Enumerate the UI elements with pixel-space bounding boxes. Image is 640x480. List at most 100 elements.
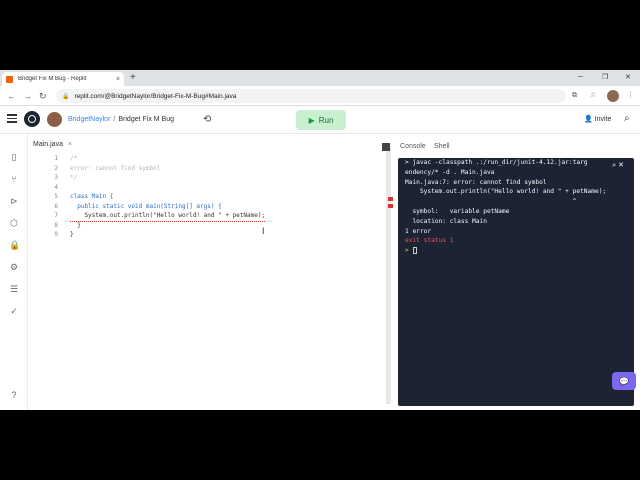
tab-shell[interactable]: Shell [434, 143, 450, 150]
exit-status: exit status 1 [405, 237, 454, 245]
lock-icon: 🔒 [62, 93, 70, 100]
line-number: 4 [54, 183, 58, 191]
terminal-output[interactable]: ⌕ ✕ > javac -classpath .:/run_dir/junit-… [398, 158, 634, 406]
code-lines[interactable]: 1 /* 2 error: cannot find symbol 3 */ 4 5 cl… [28, 154, 383, 240]
files-icon[interactable]: ▯ [9, 152, 19, 162]
forward-icon[interactable]: → [23, 90, 32, 102]
invite-label: Invite [594, 116, 612, 123]
address-bar-row: ← → ↻ 🔒 replit.com/@BridgetNaylor/Bridge… [0, 86, 640, 106]
line-text: */ [70, 174, 78, 181]
line-text: public static void main(String[] args) { [70, 202, 222, 210]
left-tool-rail: ▯ ⑂ ⊳ ⬡ 🔒 ⚙ ☰ ✓ ? [0, 134, 28, 410]
breadcrumb-separator: / [113, 116, 116, 123]
line-number: 6 [54, 202, 58, 210]
window-restore-icon[interactable]: ❐ [602, 72, 608, 84]
replit-logo-icon[interactable] [24, 111, 40, 127]
console-prompt[interactable]: > [398, 246, 634, 256]
code-line: 9} [28, 230, 383, 240]
debugger-icon[interactable]: ⊳ [9, 196, 19, 206]
prompt-symbol: > [405, 247, 409, 255]
editor-scrollbar[interactable] [386, 146, 391, 404]
search-icon[interactable]: ⌕ [624, 113, 630, 124]
invite-button[interactable]: 👤 Invite [584, 115, 611, 123]
error-marker [388, 204, 393, 208]
history-icon[interactable]: ⟲ [203, 114, 211, 125]
file-tab-main-java[interactable]: Main.java × [33, 141, 72, 148]
replit-favicon-icon [6, 75, 13, 83]
reload-icon[interactable]: ↻ [39, 90, 47, 102]
version-control-icon[interactable]: ⑂ [9, 174, 19, 184]
text-cursor-icon: I [262, 226, 265, 236]
back-icon[interactable]: ← [7, 90, 16, 102]
window-close-icon[interactable]: ✕ [625, 72, 631, 84]
console-line: System.out.println("Hello world! and " +… [405, 188, 607, 196]
play-icon: ▶ [308, 115, 315, 125]
breadcrumb-repl-name[interactable]: Bridget Fix M Bug [118, 116, 174, 123]
tab-console[interactable]: Console [400, 143, 426, 150]
screen: Bridget Fix M Bug - Replit × + ─ ❐ ✕ ← →… [0, 70, 640, 410]
profile-avatar[interactable] [607, 90, 619, 102]
console-line: Main.java:7: error: cannot find symbol [405, 178, 547, 186]
console-line: 1 error [405, 227, 432, 235]
terminal-cursor [412, 246, 417, 254]
line-text: } [70, 231, 74, 238]
console-line: symbol: variable petName [405, 207, 510, 215]
console-line: ^ [405, 198, 577, 206]
browser-menu-icon[interactable]: ⋮ [627, 91, 634, 101]
settings-gear-icon[interactable]: ⚙ [9, 262, 19, 272]
line-number: 2 [54, 164, 58, 172]
code-line: 7 System.out.println("Hello world! and "… [28, 211, 383, 222]
checks-icon[interactable]: ✓ [9, 306, 19, 316]
code-editor[interactable]: Main.java × 1 /* 2 error: cannot find symbo… [28, 134, 394, 410]
line-number: 8 [54, 221, 58, 229]
console-line: location: class Main [405, 217, 487, 225]
install-app-icon[interactable]: ⧉ [572, 91, 577, 101]
hamburger-menu-icon[interactable] [7, 114, 17, 125]
code-line: 1 /* [28, 154, 383, 164]
line-text: error: cannot find symbol [70, 164, 161, 172]
line-text: } [70, 221, 81, 229]
database-icon[interactable]: ☰ [9, 284, 19, 294]
code-line: 6 public static void main(String[] args)… [28, 202, 383, 212]
chat-icon[interactable]: 💬 [612, 372, 636, 390]
line-number: 5 [54, 193, 58, 200]
invite-user-icon: 👤 [584, 116, 595, 123]
user-avatar[interactable] [47, 112, 62, 127]
url-text: replit.com/@BridgetNaylor/Bridget-Fix-M-… [74, 92, 237, 100]
terminal-search-icon[interactable]: ⌕ ✕ [612, 161, 624, 170]
help-icon[interactable]: ? [9, 390, 19, 400]
new-tab-icon[interactable]: + [130, 72, 136, 84]
code-line: 5 class Main { [28, 192, 383, 202]
packages-icon[interactable]: ⬡ [9, 218, 19, 228]
code-line: 2 error: cannot find symbol [28, 164, 383, 174]
browser-tab[interactable]: Bridget Fix M Bug - Replit × [2, 72, 124, 86]
breadcrumb: BridgetNaylor / Bridget Fix M Bug [68, 116, 174, 123]
line-text: /* [70, 155, 78, 162]
code-line: 3 */ [28, 173, 383, 183]
breadcrumb-user[interactable]: BridgetNaylor [68, 116, 110, 123]
line-number: 7 [54, 212, 58, 219]
line-number: 3 [54, 174, 58, 181]
line-text: class Main { [70, 193, 114, 200]
bookmark-star-icon[interactable]: ☆ [590, 91, 596, 101]
line-number: 1 [54, 155, 58, 162]
file-tab-close-icon[interactable]: × [68, 141, 72, 148]
pane-layout-icon[interactable] [382, 143, 390, 151]
run-button[interactable]: ▶ Run [296, 110, 346, 130]
console-pane: Console Shell ⌕ ✕ > javac -classpath .:/… [382, 134, 640, 410]
url-field[interactable]: 🔒 replit.com/@BridgetNaylor/Bridget-Fix-… [56, 89, 566, 103]
error-marker [388, 197, 393, 201]
window-minimize-icon[interactable]: ─ [578, 72, 583, 84]
code-line: 4 [28, 183, 383, 193]
browser-tab-strip: Bridget Fix M Bug - Replit × + ─ ❐ ✕ [0, 70, 640, 86]
console-line: endency/* -d . Main.java [405, 168, 495, 176]
console-line: > javac -classpath .:/run_dir/junit-4.12… [405, 159, 588, 166]
line-number: 9 [54, 231, 58, 238]
file-tab-label: Main.java [33, 141, 63, 148]
browser-tab-title: Bridget Fix M Bug - Replit [18, 76, 87, 82]
tab-close-icon[interactable]: × [116, 76, 120, 83]
replit-header: BridgetNaylor / Bridget Fix M Bug ⟲ ▶ Run … [0, 106, 640, 134]
secrets-lock-icon[interactable]: 🔒 [9, 240, 20, 250]
run-button-label: Run [318, 115, 334, 125]
code-line: 8 } [28, 221, 383, 231]
